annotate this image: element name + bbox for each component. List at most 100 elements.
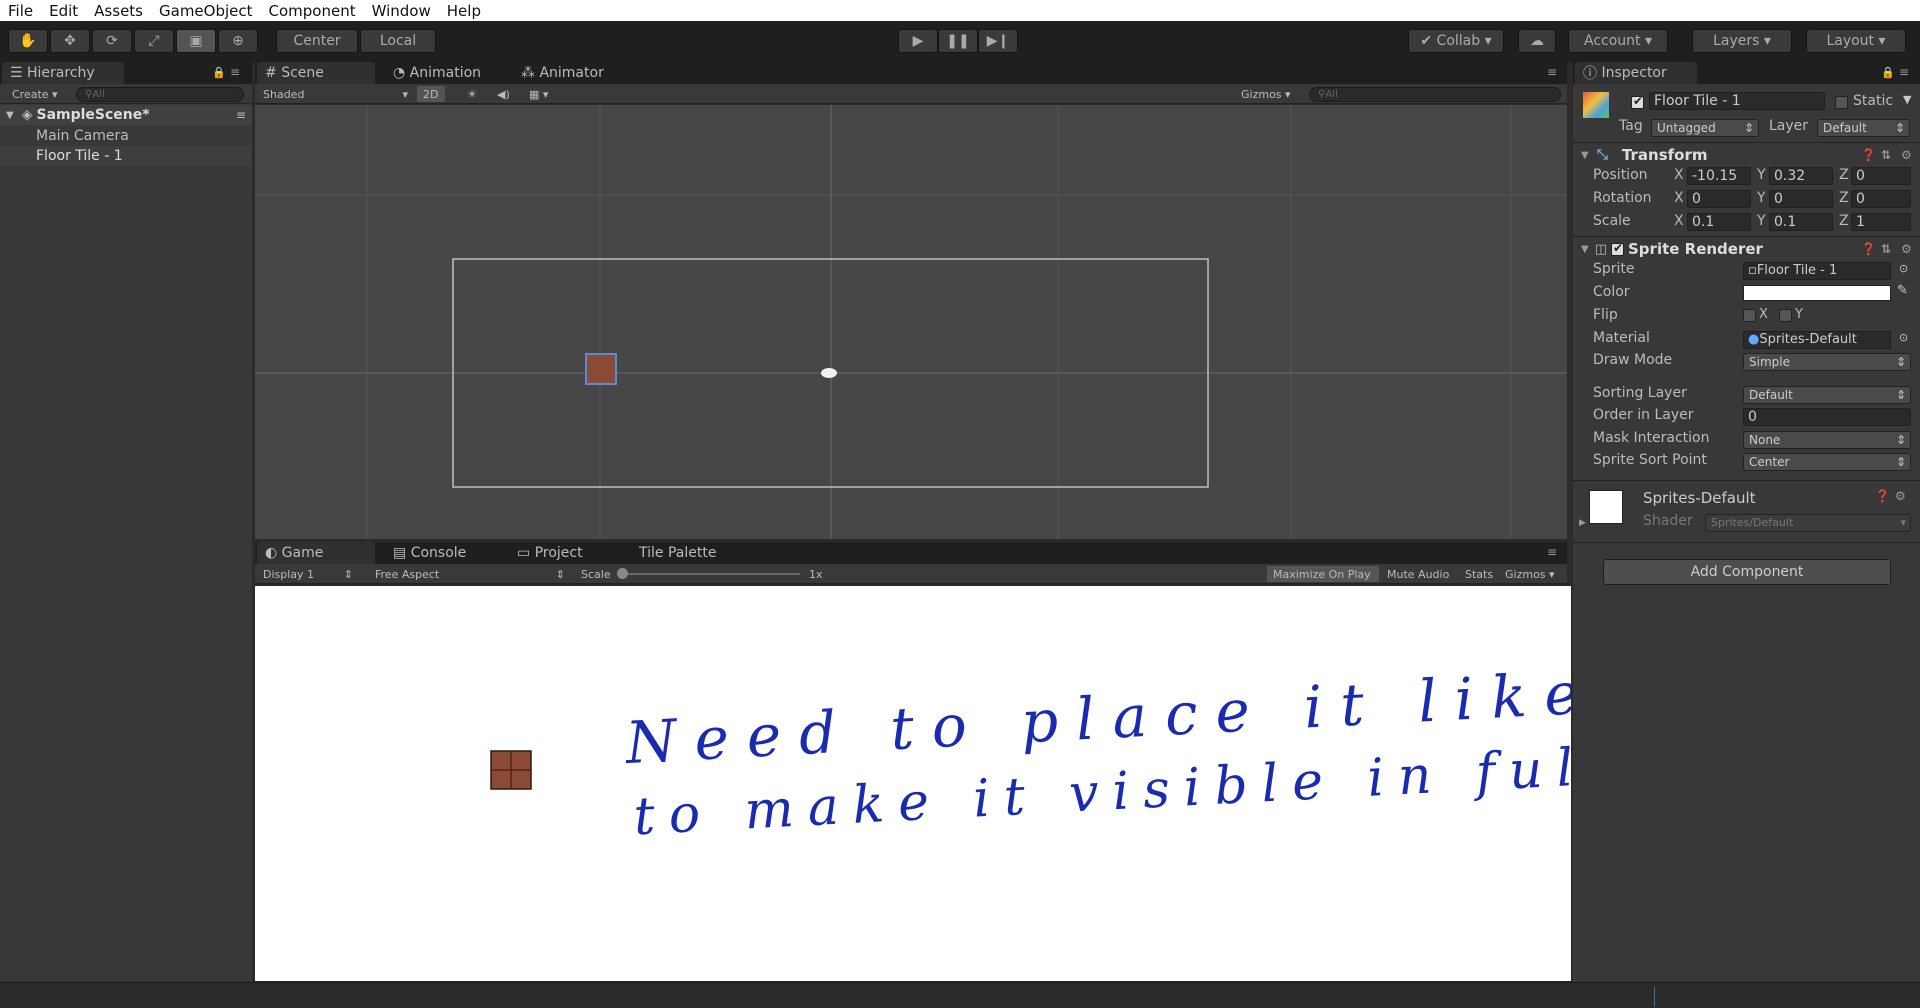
panel-menu-icon[interactable]: ≡: [1547, 65, 1557, 79]
position-z-field[interactable]: 0: [1851, 167, 1911, 185]
static-dropdown-icon[interactable]: ▼: [1903, 93, 1911, 106]
scale-z-field[interactable]: 1: [1851, 213, 1911, 231]
step-button[interactable]: ▶❙: [978, 29, 1018, 53]
2d-toggle[interactable]: 2D: [417, 86, 445, 102]
layout-dropdown[interactable]: Layout ▾: [1806, 29, 1906, 53]
play-button[interactable]: ▶: [898, 29, 938, 53]
panel-menu-icon[interactable]: ≡: [1899, 65, 1909, 79]
hierarchy-search-input[interactable]: ⚲All: [76, 87, 244, 102]
stats-toggle[interactable]: Stats: [1459, 566, 1497, 582]
add-component-button[interactable]: Add Component: [1603, 559, 1891, 585]
panel-menu-icon[interactable]: ≡: [230, 65, 240, 79]
hand-tool-button[interactable]: ✋: [8, 29, 48, 53]
game-canvas[interactable]: Need to place it like this to make it vi…: [255, 586, 1571, 981]
foldout-icon[interactable]: ▼: [0, 110, 14, 121]
pause-button[interactable]: ❚❚: [938, 29, 978, 53]
hierarchy-item-floor-tile[interactable]: Floor Tile - 1: [0, 146, 252, 166]
audio-toggle[interactable]: ◀): [491, 86, 517, 102]
flip-x-checkbox[interactable]: [1743, 309, 1756, 322]
sprite-field[interactable]: ▫Floor Tile - 1: [1743, 262, 1891, 280]
menu-component[interactable]: Component: [261, 2, 364, 20]
scene-menu-icon[interactable]: ≡: [236, 108, 246, 122]
help-icon[interactable]: ❓: [1875, 489, 1890, 503]
move-tool-button[interactable]: ✥: [50, 29, 90, 53]
collab-dropdown[interactable]: ✔ Collab ▾: [1408, 29, 1504, 53]
display-dropdown[interactable]: Display 1 ⇕: [257, 566, 357, 582]
mute-audio-toggle[interactable]: Mute Audio: [1381, 566, 1457, 582]
static-checkbox[interactable]: [1835, 96, 1848, 109]
object-picker-icon[interactable]: ⊙: [1899, 262, 1908, 275]
tab-inspector[interactable]: ⓘ Inspector: [1575, 62, 1697, 84]
maximize-on-play-toggle[interactable]: Maximize On Play: [1267, 566, 1379, 582]
account-dropdown[interactable]: Account ▾: [1568, 29, 1668, 53]
position-x-field[interactable]: -10.15: [1687, 167, 1751, 185]
sprite-sort-point-dropdown[interactable]: Center ⇕: [1743, 453, 1911, 471]
rect-tool-button[interactable]: ▣: [176, 29, 216, 53]
sprite-renderer-enabled-checkbox[interactable]: ✔: [1611, 241, 1624, 256]
tab-game[interactable]: ◐ Game: [257, 542, 375, 564]
layers-dropdown[interactable]: Layers ▾: [1692, 29, 1792, 53]
hierarchy-item-main-camera[interactable]: Main Camera: [0, 126, 252, 146]
transform-header[interactable]: ▼ ⤡ Transform ❓ ⇅ ⚙: [1581, 144, 1920, 166]
rotation-z-field[interactable]: 0: [1851, 190, 1911, 208]
scale-slider[interactable]: [620, 573, 800, 575]
position-y-field[interactable]: 0.32: [1769, 167, 1833, 185]
help-icon[interactable]: ❓: [1861, 242, 1876, 256]
pivot-local-button[interactable]: Local: [360, 29, 436, 53]
menu-help[interactable]: Help: [439, 2, 489, 20]
menu-window[interactable]: Window: [364, 2, 439, 20]
tab-animator[interactable]: ⁂ Animator: [513, 62, 633, 84]
help-icon[interactable]: ❓: [1861, 148, 1876, 162]
pivot-center-button[interactable]: Center: [276, 29, 358, 53]
tag-dropdown[interactable]: Untagged ⇕: [1651, 119, 1759, 137]
game-gizmos-dropdown[interactable]: Gizmos ▾: [1499, 566, 1563, 582]
scale-x-field[interactable]: 0.1: [1687, 213, 1751, 231]
lock-icon[interactable]: 🔒: [212, 66, 226, 79]
sorting-layer-dropdown[interactable]: Default ⇕: [1743, 386, 1911, 404]
color-swatch[interactable]: [1743, 285, 1891, 301]
tab-project[interactable]: ▭ Project: [509, 542, 621, 564]
flip-y-checkbox[interactable]: [1779, 309, 1792, 322]
panel-menu-icon[interactable]: ≡: [1547, 545, 1557, 559]
foldout-icon[interactable]: ▶: [1579, 518, 1586, 528]
foldout-icon[interactable]: ▼: [1581, 244, 1589, 255]
material-field[interactable]: ●Sprites-Default: [1743, 331, 1891, 349]
rotate-tool-button[interactable]: ⟳: [92, 29, 132, 53]
lighting-toggle[interactable]: ☀: [461, 86, 483, 102]
scale-y-field[interactable]: 0.1: [1769, 213, 1833, 231]
scale-slider-thumb[interactable]: [617, 568, 628, 579]
scene-row[interactable]: ▼ ◈ SampleScene* ≡: [0, 105, 252, 125]
object-picker-icon[interactable]: ⊙: [1899, 331, 1908, 344]
create-dropdown[interactable]: Create ▾: [6, 86, 68, 102]
gear-icon[interactable]: ⚙: [1901, 242, 1912, 256]
menu-gameobject[interactable]: GameObject: [151, 2, 261, 20]
gear-icon[interactable]: ⚙: [1901, 148, 1912, 162]
menu-assets[interactable]: Assets: [86, 2, 151, 20]
object-name-field[interactable]: Floor Tile - 1: [1649, 92, 1825, 110]
tab-hierarchy[interactable]: ☰ Hierarchy: [2, 62, 124, 84]
menu-edit[interactable]: Edit: [41, 2, 86, 20]
layer-dropdown[interactable]: Default ⇕: [1817, 119, 1910, 137]
mask-interaction-dropdown[interactable]: None ⇕: [1743, 431, 1911, 449]
preset-icon[interactable]: ⇅: [1881, 242, 1891, 256]
sprite-renderer-header[interactable]: ▼ ◫ ✔ Sprite Renderer ❓ ⇅ ⚙: [1581, 238, 1920, 260]
scene-search-input[interactable]: ⚲All: [1309, 87, 1561, 102]
order-in-layer-field[interactable]: 0: [1743, 408, 1911, 426]
active-checkbox[interactable]: ✔: [1631, 94, 1644, 109]
effects-dropdown[interactable]: ▦ ▾: [523, 86, 557, 102]
rotation-x-field[interactable]: 0: [1687, 190, 1751, 208]
tab-animation[interactable]: ◔ Animation: [385, 62, 505, 84]
transform-tool-button[interactable]: ⊕: [218, 29, 258, 53]
shading-dropdown[interactable]: Shaded ▾: [257, 86, 412, 102]
draw-mode-dropdown[interactable]: Simple ⇕: [1743, 353, 1911, 371]
gear-icon[interactable]: ⚙: [1895, 489, 1906, 503]
scale-tool-button[interactable]: ⤢: [134, 29, 174, 53]
tab-scene[interactable]: # Scene: [257, 62, 375, 84]
eyedropper-icon[interactable]: ✎: [1897, 283, 1908, 298]
lock-icon[interactable]: 🔒: [1881, 66, 1895, 79]
scene-canvas[interactable]: [255, 105, 1567, 539]
aspect-dropdown[interactable]: Free Aspect ⇕: [369, 566, 569, 582]
rotation-y-field[interactable]: 0: [1769, 190, 1833, 208]
preset-icon[interactable]: ⇅: [1881, 148, 1891, 162]
shader-dropdown[interactable]: Sprites/Default ▾: [1705, 514, 1911, 532]
